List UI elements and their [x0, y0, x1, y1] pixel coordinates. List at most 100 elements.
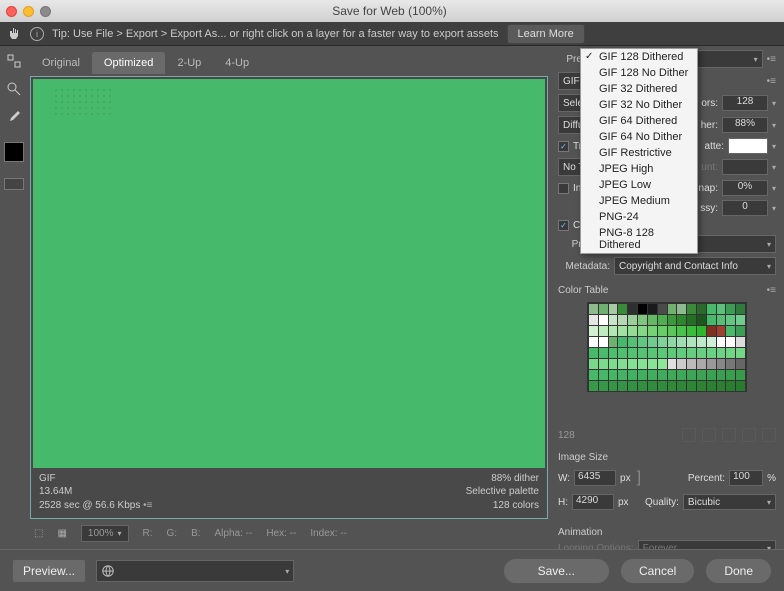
done-button[interactable]: Done: [705, 558, 772, 584]
color-swatch[interactable]: [589, 381, 598, 391]
hand-tool-icon[interactable]: [6, 26, 22, 42]
color-swatch[interactable]: [677, 381, 686, 391]
color-swatch[interactable]: [658, 359, 667, 369]
lossy-stepper-icon[interactable]: [772, 203, 776, 214]
color-swatch[interactable]: [697, 370, 706, 380]
websnap-input[interactable]: 0%: [722, 180, 768, 196]
matte-menu-icon[interactable]: [772, 141, 776, 152]
color-swatch[interactable]: [589, 337, 598, 347]
color-swatch[interactable]: [599, 370, 608, 380]
preset-option[interactable]: JPEG Medium: [581, 193, 697, 209]
color-swatch[interactable]: [707, 381, 716, 391]
color-swatch[interactable]: [687, 337, 696, 347]
color-swatch[interactable]: [717, 381, 726, 391]
srgb-checkbox[interactable]: ✓: [558, 220, 569, 231]
preset-options-menu-icon[interactable]: •≡: [767, 54, 776, 65]
transparency-checkbox[interactable]: ✓: [558, 141, 569, 152]
browser-preview-select[interactable]: [96, 560, 294, 582]
color-swatch[interactable]: [736, 381, 745, 391]
color-swatch[interactable]: [717, 348, 726, 358]
color-swatch[interactable]: [599, 326, 608, 336]
color-swatch[interactable]: [726, 304, 735, 314]
websnap-stepper-icon[interactable]: [772, 183, 776, 194]
hand-cursor-icon[interactable]: ⬚: [34, 528, 43, 539]
color-swatch[interactable]: [648, 304, 657, 314]
color-swatch[interactable]: [697, 326, 706, 336]
color-swatch[interactable]: [697, 315, 706, 325]
color-swatch[interactable]: [618, 359, 627, 369]
color-swatch[interactable]: [717, 315, 726, 325]
colors-stepper-icon[interactable]: [772, 98, 776, 109]
color-swatch[interactable]: [697, 359, 706, 369]
color-swatch[interactable]: [697, 337, 706, 347]
color-swatch[interactable]: [609, 359, 618, 369]
color-swatch[interactable]: [599, 337, 608, 347]
color-swatch[interactable]: [687, 304, 696, 314]
matte-color-swatch[interactable]: [728, 138, 768, 154]
quality-select[interactable]: Bicubic: [683, 494, 776, 510]
color-swatch[interactable]: [736, 315, 745, 325]
preview-button[interactable]: Preview...: [12, 559, 86, 583]
minimize-window-icon[interactable]: [23, 6, 34, 17]
color-swatch[interactable]: [648, 326, 657, 336]
color-swatch[interactable]: [658, 348, 667, 358]
color-swatch[interactable]: [638, 348, 647, 358]
color-swatch[interactable]: [618, 337, 627, 347]
preset-option[interactable]: GIF 32 No Dither: [581, 97, 697, 113]
tab-optimized[interactable]: Optimized: [92, 52, 166, 74]
color-swatch[interactable]: [638, 326, 647, 336]
color-swatch[interactable]: [658, 337, 667, 347]
color-swatch[interactable]: [628, 381, 637, 391]
slice-select-tool-icon[interactable]: [5, 52, 23, 70]
color-swatch[interactable]: [668, 315, 677, 325]
color-swatch[interactable]: [638, 381, 647, 391]
color-swatch[interactable]: [736, 304, 745, 314]
color-swatch[interactable]: [648, 359, 657, 369]
color-swatch[interactable]: [707, 315, 716, 325]
preset-option[interactable]: JPEG Low: [581, 177, 697, 193]
preset-option[interactable]: PNG-24: [581, 209, 697, 225]
color-swatch[interactable]: [677, 326, 686, 336]
color-swatch[interactable]: [609, 315, 618, 325]
color-swatch[interactable]: [638, 315, 647, 325]
color-swatch[interactable]: [736, 337, 745, 347]
color-swatch[interactable]: [589, 326, 598, 336]
dither-input[interactable]: 88%: [722, 117, 768, 133]
color-swatch[interactable]: [589, 315, 598, 325]
save-button[interactable]: Save...: [503, 558, 610, 584]
color-swatch[interactable]: [677, 315, 686, 325]
lossy-input[interactable]: 0: [722, 200, 768, 216]
preset-option[interactable]: PNG-8 128 Dithered: [581, 225, 697, 253]
color-swatch[interactable]: [687, 348, 696, 358]
slice-visibility-toggle[interactable]: [4, 178, 24, 190]
color-swatch[interactable]: [687, 359, 696, 369]
color-swatch[interactable]: [648, 381, 657, 391]
preset-option[interactable]: GIF 128 No Dither: [581, 65, 697, 81]
percent-input[interactable]: 100: [729, 470, 763, 486]
color-swatch[interactable]: [726, 348, 735, 358]
download-speed-menu-icon[interactable]: •≡: [143, 500, 152, 511]
color-swatch[interactable]: [618, 326, 627, 336]
color-swatch[interactable]: [648, 370, 657, 380]
interlaced-checkbox[interactable]: [558, 183, 569, 194]
color-swatch[interactable]: [717, 359, 726, 369]
color-swatch[interactable]: [638, 337, 647, 347]
color-swatch[interactable]: [628, 304, 637, 314]
color-swatch[interactable]: [726, 337, 735, 347]
color-swatch[interactable]: [707, 348, 716, 358]
color-swatch[interactable]: [599, 348, 608, 358]
color-swatch[interactable]: [668, 304, 677, 314]
new-color-icon[interactable]: [742, 428, 756, 442]
height-input[interactable]: 4290: [572, 494, 614, 510]
zoom-tool-icon[interactable]: [5, 80, 23, 98]
color-swatch[interactable]: [668, 326, 677, 336]
color-swatch[interactable]: [648, 337, 657, 347]
preset-option[interactable]: JPEG High: [581, 161, 697, 177]
color-swatch[interactable]: [589, 370, 598, 380]
preset-option[interactable]: GIF 128 Dithered: [581, 49, 697, 65]
tab-original[interactable]: Original: [30, 52, 92, 74]
color-swatch[interactable]: [628, 359, 637, 369]
color-swatch[interactable]: [668, 381, 677, 391]
color-swatch[interactable]: [599, 315, 608, 325]
color-swatch[interactable]: [736, 348, 745, 358]
